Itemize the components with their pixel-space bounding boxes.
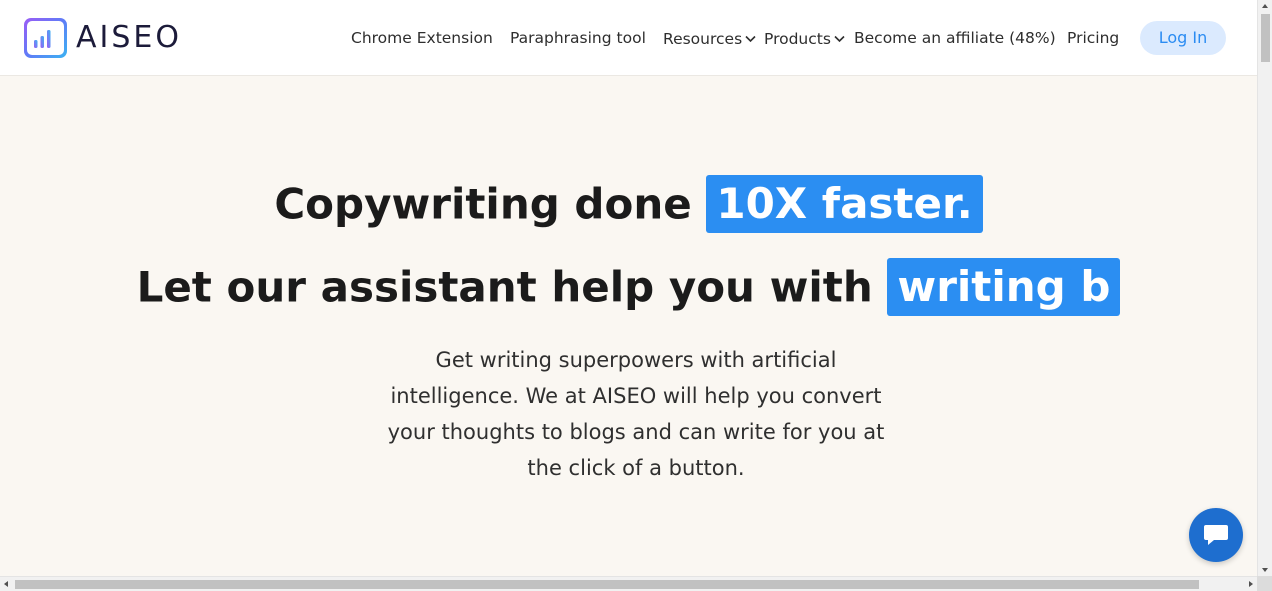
nav-paraphrasing-tool[interactable]: Paraphrasing tool [510,28,646,48]
chevron-down-icon [834,28,845,48]
horizontal-scrollbar[interactable] [0,576,1257,591]
hero-headline-1-text: Copywriting done [274,179,692,229]
horizontal-scroll-thumb[interactable] [15,580,1199,589]
scroll-right-arrow-icon[interactable] [1249,581,1253,587]
scroll-up-arrow-icon[interactable] [1262,4,1268,8]
hero-headline-2-text: Let our assistant help you with [136,262,873,312]
vertical-scroll-thumb[interactable] [1261,14,1270,62]
hero-highlight-1: 10X faster. [706,175,983,233]
site-header: AISEO Chrome Extension Paraphrasing tool… [0,0,1257,76]
login-button[interactable]: Log In [1140,21,1226,55]
chat-widget-button[interactable] [1189,508,1243,562]
scrollbar-corner [1257,576,1272,591]
nav-products-label: Products [764,30,831,48]
hero-headline-1: Copywriting done 10X faster. [0,175,1257,233]
nav-products[interactable]: Products [764,28,845,49]
hero-subtext: Get writing superpowers with artificial … [387,348,885,480]
nav-resources-label: Resources [663,30,743,48]
chevron-down-icon [745,28,756,48]
hero-highlight-2: writing b [887,258,1121,316]
main-nav: Chrome Extension Paraphrasing tool Resou… [0,0,1257,76]
vertical-scrollbar[interactable] [1257,0,1272,576]
nav-pricing[interactable]: Pricing [1067,28,1119,48]
nav-resources[interactable]: Resources [663,28,756,49]
chat-bubble-icon [1204,525,1228,545]
scroll-down-arrow-icon[interactable] [1262,568,1268,572]
nav-affiliate[interactable]: Become an affiliate (48%) [854,28,1056,48]
nav-chrome-extension[interactable]: Chrome Extension [351,28,493,48]
scroll-left-arrow-icon[interactable] [4,581,8,587]
hero-headline-2: Let our assistant help you with writing … [0,258,1257,316]
